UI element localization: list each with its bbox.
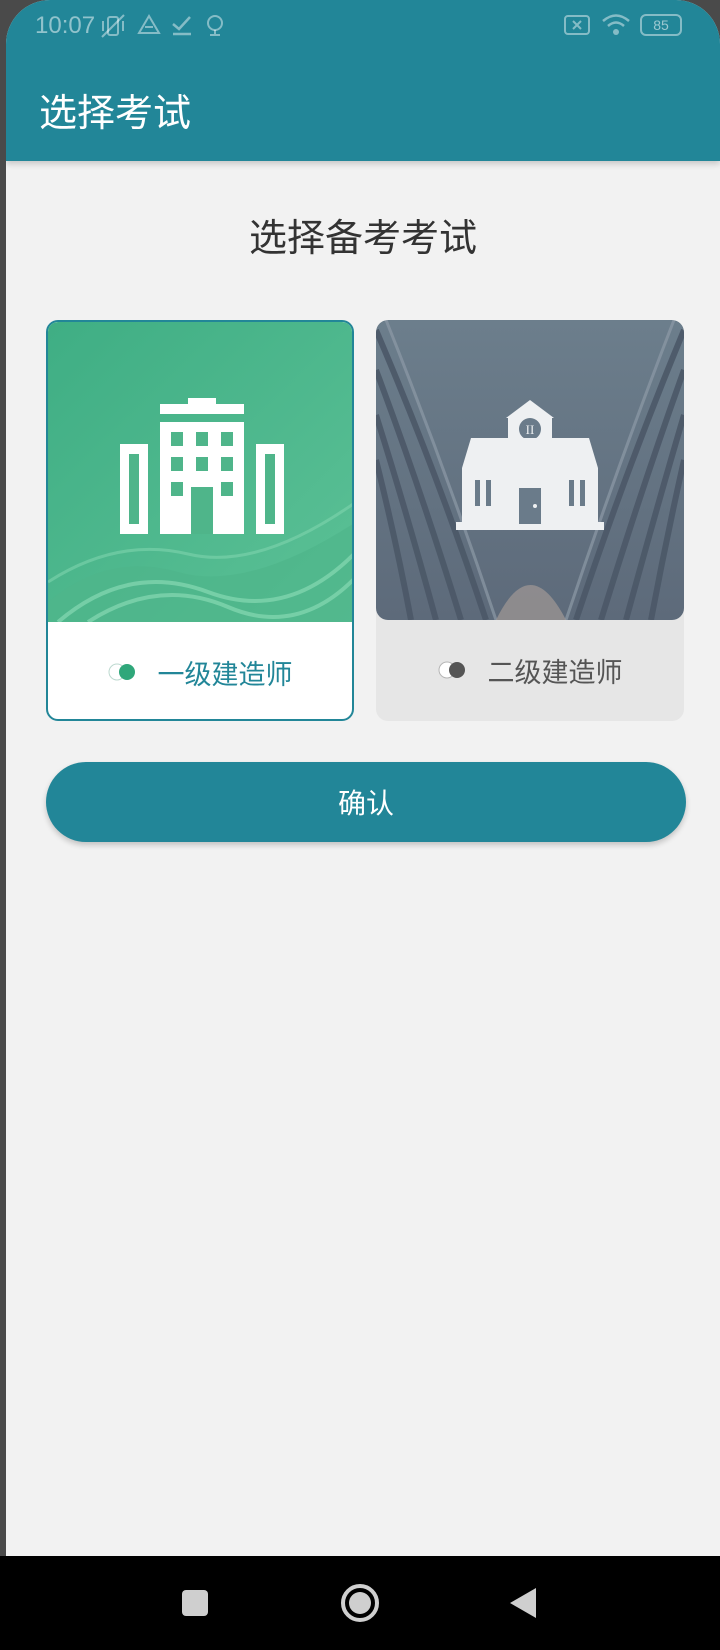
app-screen: 10:07 85 选择考试 选择备考考试 一级建造师 II 二级建造师 确认: [6, 0, 720, 1556]
sim-off-icon: [564, 15, 590, 35]
battery-level: 85: [653, 17, 669, 33]
home-icon[interactable]: [339, 1582, 381, 1624]
exam-option-label: 二级建造师: [487, 657, 623, 689]
status-time: 10:07: [35, 12, 96, 39]
app-bar-title: 选择考试: [39, 91, 192, 135]
toggle-off-icon[interactable]: [438, 661, 466, 679]
recent-apps-icon[interactable]: [180, 1588, 210, 1618]
battery-icon: 85: [640, 14, 682, 36]
wifi-icon: [602, 14, 630, 35]
exam-option-image: II: [376, 320, 684, 620]
exam-option-label-row: 一级建造师: [48, 652, 352, 692]
location-icon: [207, 15, 223, 36]
system-nav-bar: [0, 1556, 720, 1650]
exam-option-level-1[interactable]: 一级建造师: [46, 320, 354, 721]
exam-option-label: 一级建造师: [157, 659, 293, 691]
page-heading: 选择备考考试: [248, 216, 477, 260]
exam-option-image: [48, 322, 352, 624]
back-icon[interactable]: [508, 1586, 538, 1620]
svg-text:II: II: [526, 422, 535, 437]
exam-option-label-row: 二级建造师: [376, 650, 684, 690]
check-icon: [172, 16, 191, 36]
confirm-button[interactable]: 确认: [46, 762, 686, 842]
toggle-on-icon[interactable]: [108, 663, 136, 681]
status-bar: 10:07 85: [6, 0, 720, 56]
exam-option-level-2[interactable]: II 二级建造师: [376, 320, 684, 721]
drive-icon: [137, 14, 161, 34]
app-bar: 10:07 85 选择考试: [6, 0, 720, 161]
vibrate-off-icon: [101, 14, 125, 38]
